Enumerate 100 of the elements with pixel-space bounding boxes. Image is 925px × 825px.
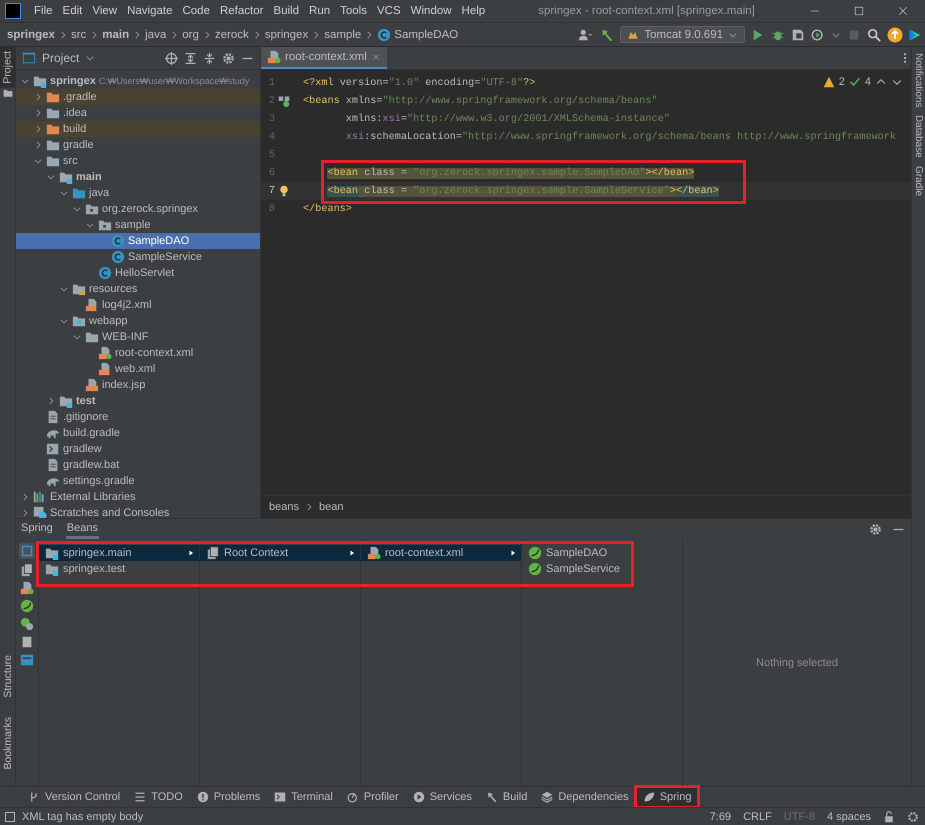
run-icon[interactable] — [751, 28, 765, 42]
layout-icon[interactable] — [20, 653, 34, 667]
tool-window-button[interactable]: TODO — [128, 788, 189, 806]
settings-icon[interactable] — [869, 522, 882, 536]
breadcrumb[interactable]: zerock — [212, 28, 252, 40]
breadcrumb[interactable]: sample — [321, 28, 364, 40]
tool-tab[interactable]: Bookmarks — [2, 713, 14, 774]
editor-tab[interactable]: root-context.xml — [261, 47, 387, 69]
breadcrumb[interactable]: springex — [262, 28, 312, 40]
toolbox-icon[interactable] — [909, 28, 921, 42]
copy-icon[interactable] — [20, 635, 34, 649]
breadcrumb[interactable]: SampleDAO — [374, 28, 462, 42]
menu-item[interactable]: VCS — [372, 5, 406, 17]
bean-gutter-icon[interactable] — [278, 95, 290, 107]
tree-item[interactable]: gradlew.bat — [16, 457, 260, 473]
tree-item[interactable]: build — [16, 121, 260, 137]
panel-tab[interactable]: Beans — [66, 520, 99, 538]
collapse-all-icon[interactable] — [203, 52, 216, 64]
tree-item[interactable]: WEB-INF — [16, 329, 260, 345]
check-count[interactable]: 4 — [864, 76, 871, 88]
bean-list-item[interactable]: springex.test — [39, 561, 199, 577]
indent-setting[interactable]: 4 spaces — [826, 810, 871, 822]
breadcrumb[interactable]: beans — [269, 501, 299, 513]
tree-item[interactable]: webapp — [16, 313, 260, 329]
update-icon[interactable] — [887, 26, 903, 42]
tree-item[interactable]: src — [16, 153, 260, 169]
warning-count[interactable]: 2 — [838, 76, 845, 88]
breadcrumb[interactable]: java — [142, 28, 170, 40]
tree-item[interactable]: resources — [16, 281, 260, 297]
tree-item[interactable]: root-context.xml — [16, 345, 260, 361]
menu-item[interactable]: Edit — [58, 5, 88, 17]
warning-icon[interactable] — [822, 76, 835, 88]
tool-window-button[interactable]: Spring — [636, 788, 698, 806]
profile-icon[interactable] — [811, 28, 825, 42]
settings-icon[interactable] — [222, 52, 235, 64]
bean-list-item[interactable]: root-context.xml — [361, 545, 521, 561]
tree-item[interactable]: SampleService — [16, 249, 260, 265]
tool-tab[interactable]: Notifications — [913, 53, 924, 108]
tool-tab[interactable]: Gradle — [913, 166, 924, 196]
search-icon[interactable] — [867, 28, 881, 42]
tree-item[interactable]: org.zerock.springex — [16, 201, 260, 217]
user-icon[interactable] — [576, 28, 594, 42]
tree-item[interactable]: springex C:₩Users₩user₩Workspace₩study — [16, 73, 260, 89]
bean-list-item[interactable]: springex.main — [39, 545, 199, 561]
crosshair-icon[interactable] — [165, 52, 178, 64]
tool-tab[interactable]: Database — [913, 115, 924, 158]
menu-item[interactable]: Refactor — [214, 5, 268, 17]
tree-item[interactable]: main — [16, 169, 260, 185]
menu-item[interactable]: Code — [177, 5, 215, 17]
tree-item[interactable]: HelloServlet — [16, 265, 260, 281]
menu-item[interactable]: Run — [304, 5, 336, 17]
tree-item[interactable]: log4j2.xml — [16, 297, 260, 313]
tree-item[interactable]: web.xml — [16, 361, 260, 377]
folder-icon[interactable] — [2, 88, 12, 98]
tree-item[interactable]: sample — [16, 217, 260, 233]
check-icon[interactable] — [848, 76, 861, 88]
expand-all-icon[interactable] — [184, 52, 197, 64]
tool-window-button[interactable]: Dependencies — [535, 788, 635, 806]
tool-window-button[interactable]: Problems — [190, 788, 266, 806]
settings-icon[interactable] — [907, 810, 919, 822]
menu-item[interactable]: Tools — [335, 5, 372, 17]
tree-item[interactable]: .gitignore — [16, 409, 260, 425]
tree-item[interactable]: index.jsp — [16, 377, 260, 393]
tree-item[interactable]: settings.gradle — [16, 473, 260, 489]
toolbar-button[interactable] — [19, 543, 35, 559]
maximize-icon[interactable] — [853, 5, 865, 17]
menu-item[interactable]: Help — [456, 5, 490, 17]
tree-item[interactable]: External Libraries — [16, 489, 260, 505]
menu-item[interactable]: File — [29, 5, 58, 17]
caret-position[interactable]: 7:69 — [710, 810, 732, 822]
breadcrumb[interactable]: org — [179, 28, 202, 40]
tool-tab[interactable]: Project — [0, 47, 15, 88]
tool-window-button[interactable]: Build — [480, 788, 534, 806]
panel-tab[interactable]: Spring — [20, 520, 54, 538]
tree-item[interactable]: .idea — [16, 105, 260, 121]
window-icon[interactable] — [4, 810, 16, 822]
tool-window-button[interactable]: Services — [406, 788, 478, 806]
breadcrumb[interactable]: bean — [318, 501, 344, 513]
tree-item[interactable]: gradle — [16, 137, 260, 153]
tool-window-button[interactable]: Terminal — [268, 788, 339, 806]
breadcrumb[interactable]: main — [99, 28, 132, 40]
tree-item[interactable]: SampleDAO — [16, 233, 260, 249]
bean-list-item[interactable]: Root Context — [200, 545, 360, 561]
tree-item[interactable]: gradlew — [16, 441, 260, 457]
tree-item[interactable]: .gradle — [16, 89, 260, 105]
coverage-icon[interactable] — [791, 28, 805, 42]
tool-tab[interactable]: Structure — [2, 650, 14, 702]
menu-item[interactable]: View — [87, 5, 122, 17]
menu-item[interactable]: Navigate — [122, 5, 178, 17]
tree-item[interactable]: build.gradle — [16, 425, 260, 441]
breadcrumb[interactable]: springex — [4, 28, 58, 40]
menu-item[interactable]: Window — [406, 5, 457, 17]
close-icon[interactable] — [897, 5, 909, 17]
bean-stack-icon[interactable] — [20, 617, 34, 631]
breadcrumb[interactable]: src — [68, 28, 90, 40]
bean-list-item[interactable]: SampleService — [522, 561, 682, 577]
tree-item[interactable]: java — [16, 185, 260, 201]
line-separator[interactable]: CRLF — [743, 810, 772, 822]
lightbulb-icon[interactable] — [278, 185, 290, 197]
tree-item[interactable]: test — [16, 393, 260, 409]
